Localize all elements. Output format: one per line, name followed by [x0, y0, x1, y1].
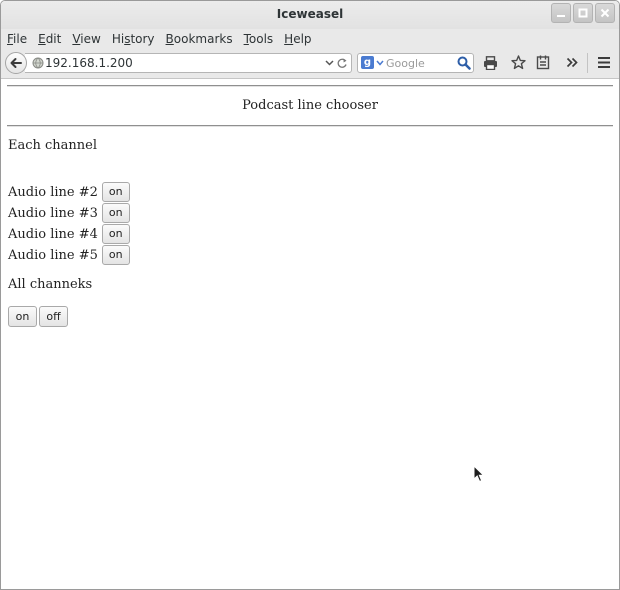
top-divider: [7, 85, 613, 87]
menu-help[interactable]: Help: [278, 32, 316, 46]
search-icon[interactable]: [457, 56, 471, 70]
google-engine-icon[interactable]: g: [361, 56, 374, 69]
audio-line-row: Audio line #2 on: [8, 182, 130, 202]
search-box: g: [357, 53, 474, 73]
toolbar-separator: [587, 53, 588, 73]
title-divider: [7, 125, 613, 127]
page-title: Podcast line chooser: [242, 98, 378, 113]
menu-bookmarks[interactable]: Bookmarks: [160, 32, 238, 46]
all-on-button[interactable]: on: [8, 306, 37, 327]
bookmark-star-icon[interactable]: [511, 55, 526, 70]
back-button[interactable]: [5, 52, 27, 74]
all-channels-buttons: on off: [8, 306, 68, 327]
page-content: Podcast line chooser Each channel Audio …: [1, 79, 619, 589]
search-input[interactable]: [386, 55, 456, 71]
engine-dropdown-icon[interactable]: [376, 59, 384, 67]
close-button[interactable]: [595, 3, 615, 23]
audio-line-label: Audio line #5: [8, 247, 98, 263]
audio-line-row: Audio line #5 on: [8, 245, 130, 265]
audio-line-label: Audio line #2: [8, 184, 98, 200]
reload-icon[interactable]: [336, 57, 348, 69]
line-2-on-button[interactable]: on: [101, 182, 130, 202]
audio-line-label: Audio line #4: [8, 226, 98, 242]
hamburger-menu-icon[interactable]: [597, 56, 611, 69]
url-bar[interactable]: 192.168.1.200: [25, 53, 352, 73]
url-text[interactable]: 192.168.1.200: [45, 56, 133, 70]
menu-tools[interactable]: Tools: [238, 32, 279, 46]
maximize-icon: [578, 8, 588, 18]
line-5-on-button[interactable]: on: [101, 245, 130, 265]
window-controls: [551, 3, 615, 23]
back-arrow-icon: [10, 58, 22, 68]
audio-line-row: Audio line #4 on: [8, 224, 130, 244]
menu-history[interactable]: History: [106, 32, 160, 46]
minimize-button[interactable]: [551, 3, 571, 23]
overflow-chevron-icon[interactable]: [566, 57, 578, 69]
globe-icon: [32, 57, 44, 69]
title-bar[interactable]: Iceweasel: [1, 1, 619, 29]
browser-window: Iceweasel File Edit View History Bookmar…: [0, 0, 620, 590]
maximize-button[interactable]: [573, 3, 593, 23]
window-title: Iceweasel: [276, 7, 344, 21]
menu-edit[interactable]: Edit: [32, 32, 66, 46]
line-3-on-button[interactable]: on: [101, 203, 130, 223]
menu-bar: File Edit View History Bookmarks Tools H…: [1, 29, 619, 49]
audio-line-row: Audio line #3 on: [8, 203, 130, 223]
reading-list-icon[interactable]: [536, 55, 550, 70]
all-off-button[interactable]: off: [39, 306, 68, 327]
print-icon[interactable]: [483, 56, 498, 70]
chevron-down-icon[interactable]: [325, 58, 334, 67]
mouse-cursor-icon: [473, 465, 485, 483]
navigation-toolbar: 192.168.1.200 g: [1, 49, 619, 79]
audio-line-label: Audio line #3: [8, 205, 98, 221]
menu-view[interactable]: View: [66, 32, 105, 46]
section-all-channels: All channeks: [8, 277, 93, 292]
close-icon: [600, 8, 610, 18]
menu-file[interactable]: File: [1, 32, 32, 46]
minimize-icon: [557, 15, 565, 17]
section-each-channel: Each channel: [8, 138, 98, 153]
line-4-on-button[interactable]: on: [101, 224, 130, 244]
